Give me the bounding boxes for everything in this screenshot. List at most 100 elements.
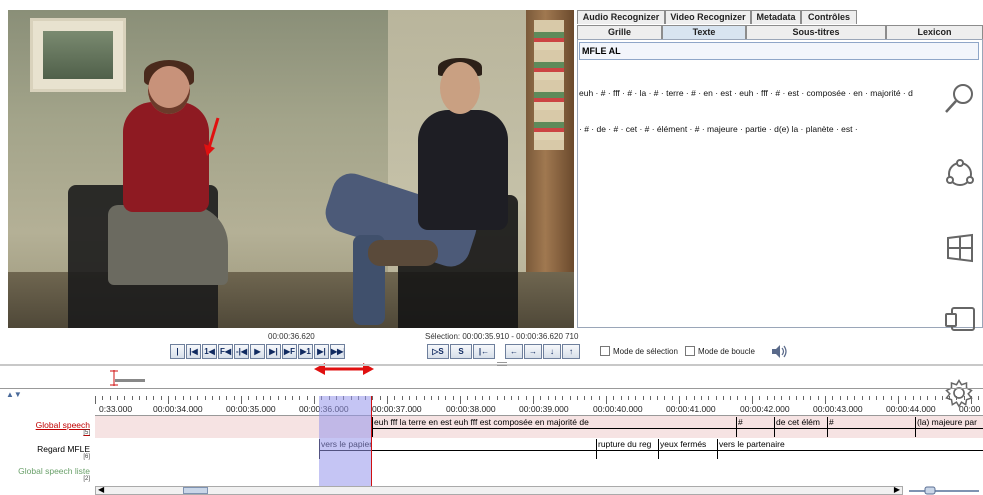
arrow-right-button[interactable]: → [524,344,542,359]
tab-video-recognizer[interactable]: Video Recognizer [665,10,751,24]
ruler-tick [598,396,600,400]
ruler-tick [730,396,732,400]
selection-highlight[interactable] [319,396,372,486]
annotation[interactable]: # [827,417,915,437]
ruler-tick [503,396,505,400]
loop-mode-label: Mode de boucle [698,346,755,356]
tab-row-top: Audio Recognizer Video Recognizer Metada… [577,10,857,24]
ruler-tick [109,396,111,400]
windows-icon[interactable] [942,230,978,266]
ruler-tick [817,396,819,400]
next-scroll-button[interactable]: ▶| [314,344,329,359]
scroll-left-icon[interactable]: ◀ [98,485,104,494]
zoom-slider[interactable] [905,486,983,495]
splitter[interactable] [0,364,983,366]
ruler-label: 00:00:40.000 [593,404,643,414]
tier-count: [6] [83,454,90,460]
annotation[interactable]: # [736,417,774,437]
ruler-tick [540,396,542,400]
previous-scroll-button[interactable]: |◀ [186,344,201,359]
annotation[interactable]: (la) majeure par [915,417,983,437]
next-pixel-button[interactable]: ▶| [266,344,281,359]
timeline-ruler[interactable]: 0:33.000 00:00:34.000 00:00:35.000 00:00… [95,396,983,416]
previous-frame-button[interactable]: F◀ [218,344,233,359]
tier-row-global-speech[interactable]: euh fff la terre en est euh fff est comp… [95,416,983,438]
go-to-begin-button[interactable]: |◀◀ [170,344,185,359]
previous-second-button[interactable]: 1◀ [202,344,217,359]
ruler-tick [160,396,162,400]
tab-metadata[interactable]: Metadata [751,10,801,24]
ruler-tick [584,396,586,400]
ruler-tick [452,396,454,400]
ruler-tick [627,396,629,400]
tier-label-regard-mfle[interactable]: Regard MFLE [6] [0,444,93,460]
ruler-tick [219,396,221,400]
annotation[interactable]: de cet élém [774,417,827,437]
tab-texte[interactable]: Texte [662,25,746,39]
tab-grille[interactable]: Grille [577,25,662,39]
ruler-tick [649,396,651,400]
ruler-tick [489,396,491,400]
arrow-down-button[interactable]: ↓ [543,344,561,359]
ruler-tick [153,396,155,400]
tier-label-global-speech[interactable]: Global speech [5] [0,420,93,436]
ruler-tick [576,396,578,400]
tier-count: [2] [83,476,90,482]
tier-row-regard-mfle[interactable]: vers le papier rupture du reg yeux fermé… [95,438,983,460]
arrow-up-button[interactable]: ↑ [562,344,580,359]
overview-cursor[interactable] [110,370,150,386]
ruler-tick [423,396,425,400]
scrollbar-thumb[interactable] [183,487,208,494]
next-second-button[interactable]: ▶1 [298,344,313,359]
next-frame-button[interactable]: ▶F [282,344,297,359]
clear-selection-button[interactable]: S [450,344,472,359]
scroll-right-icon[interactable]: ▶ [894,485,900,494]
ruler-tick [569,396,571,400]
tab-controles[interactable]: Contrôles [801,10,857,24]
horizontal-scrollbar[interactable]: ◀ ▶ [95,485,903,495]
ruler-tick [744,396,746,400]
selection-begin-button[interactable]: |← [473,344,495,359]
search-icon[interactable] [942,80,978,116]
video-viewer[interactable] [8,10,574,328]
share-icon[interactable] [942,156,978,192]
selection-readout: Sélection: 00:00:35.910 - 00:00:36.620 7… [425,332,579,341]
selection-mode-checkbox[interactable] [600,346,610,356]
go-to-end-button[interactable]: ▶▶| [330,344,345,359]
ruler-tick [825,396,826,404]
text-viewer[interactable]: MFLE AL euh · # · fff · # · la · # · ter… [577,39,983,328]
volume-icon[interactable] [770,344,788,359]
tier-selector[interactable]: MFLE AL [579,42,979,60]
tab-lexicon[interactable]: Lexicon [886,25,983,39]
tier-row-global-speech-liste[interactable] [95,460,983,484]
splitter-grip[interactable] [497,362,507,366]
annotation[interactable]: vers le partenaire [717,439,983,459]
video-woman-skirt [108,205,228,285]
tab-audio-recognizer[interactable]: Audio Recognizer [577,10,665,24]
loop-mode-option[interactable]: Mode de boucle [685,346,755,356]
ruler-tick [919,396,921,400]
play-button[interactable]: ▶ [250,344,265,359]
ruler-tick [759,396,761,400]
devices-icon[interactable] [942,300,978,336]
annotation[interactable]: yeux fermés [658,439,717,459]
annotation[interactable]: euh fff la terre en est euh fff est comp… [372,417,736,437]
ruler-tick [664,396,666,400]
previous-pixel-button[interactable]: -|◀ [234,344,249,359]
sort-toggle-icon[interactable]: ▲▼ [6,390,22,399]
selection-mode-option[interactable]: Mode de sélection [600,346,678,356]
tier-label-global-speech-liste[interactable]: Global speech liste [2] [0,466,93,482]
crosshair-cursor[interactable] [371,396,372,486]
ruler-tick [168,396,169,404]
ruler-tick [314,396,315,404]
ruler-tick [277,396,279,400]
ruler-tick [854,396,856,400]
annotation[interactable]: rupture du reg [596,439,658,459]
play-selection-button[interactable]: ▷S [427,344,449,359]
ruler-tick [613,396,615,400]
ruler-tick [606,396,607,404]
ruler-tick [722,396,724,400]
loop-mode-checkbox[interactable] [685,346,695,356]
arrow-left-button[interactable]: ← [505,344,523,359]
tab-sous-titres[interactable]: Sous-titres [746,25,886,39]
